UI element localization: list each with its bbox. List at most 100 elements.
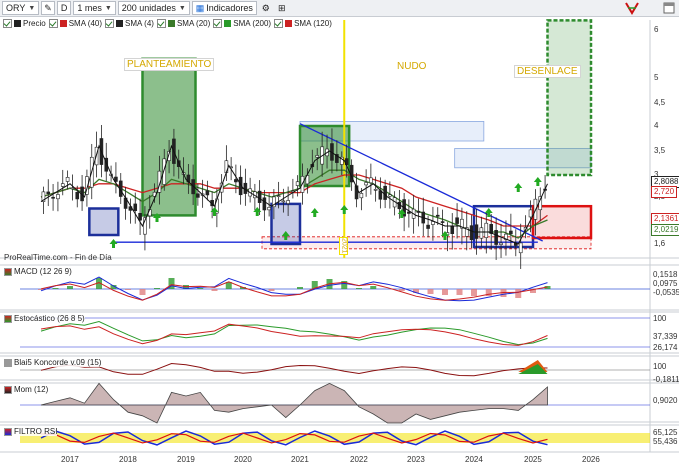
macd-histogram-bar xyxy=(297,287,303,289)
planteamiento-box xyxy=(141,57,197,217)
candle-body xyxy=(499,242,503,245)
mom-label: Mom (12) xyxy=(14,385,49,394)
price-tick-label: 5 xyxy=(654,73,659,82)
blai5-color-box xyxy=(4,358,12,367)
candle-body xyxy=(479,227,484,239)
candle-body xyxy=(286,200,290,204)
candle-body xyxy=(65,177,70,182)
macd-axis-tag: 0,0975 xyxy=(653,279,678,288)
candle-body xyxy=(75,191,80,200)
candle-body xyxy=(133,203,138,211)
data-source-label: ProRealTime.com - Fin de Día xyxy=(4,253,112,262)
rsi-panel-label: FILTRO RSI xyxy=(4,427,58,436)
macd-label: MACD (12 26 9) xyxy=(14,267,72,276)
macd-histogram-bar xyxy=(456,289,463,295)
macd-histogram-bar xyxy=(125,289,131,290)
candle-body xyxy=(440,221,445,223)
macd-axis-tag: 0,1518 xyxy=(653,270,678,279)
candle-body xyxy=(455,217,459,224)
candle-body xyxy=(276,195,281,197)
candle-body xyxy=(70,187,75,190)
stoch-k-line xyxy=(40,320,548,346)
candle-body xyxy=(518,242,523,254)
macd-histogram-bar xyxy=(268,289,275,291)
blai5-panel-label: Blai5 Koncorde v.09 (15) xyxy=(4,358,102,367)
x-tick-label: 2019 xyxy=(177,455,195,464)
stoch-label: Estocástico (26 8 5) xyxy=(14,314,85,323)
candle-body xyxy=(138,212,142,221)
candle-body xyxy=(359,193,364,199)
annotation-nudo: NUDO xyxy=(397,61,427,72)
price-tick-label: 3,5 xyxy=(654,146,666,155)
macd-histogram-bar xyxy=(67,286,73,289)
x-tick-label: 2023 xyxy=(407,455,425,464)
macd-panel-label: MACD (12 26 9) xyxy=(4,267,72,276)
stoch-color-box xyxy=(4,314,12,323)
macd-histogram-bar xyxy=(398,289,405,291)
x-tick-label: 2024 xyxy=(465,455,483,464)
macd-histogram-bar xyxy=(154,288,160,289)
rsi-label: FILTRO RSI xyxy=(14,427,58,436)
mom-panel-label: Mom (12) xyxy=(4,385,49,394)
candle-body xyxy=(364,182,368,186)
candle-body xyxy=(295,181,300,186)
buy-arrow-icon xyxy=(533,177,542,186)
candle-body xyxy=(383,185,387,200)
stoch-axis-tag: 100 xyxy=(653,314,667,323)
candle-body xyxy=(262,197,267,211)
buy-arrow-icon xyxy=(253,207,262,216)
price-tag: 2,0219 xyxy=(651,224,679,236)
buy-arrow-icon xyxy=(514,183,523,192)
candle-body xyxy=(51,196,55,199)
macd-histogram-bar xyxy=(356,288,362,289)
candle-body xyxy=(267,207,271,211)
candle-body xyxy=(435,214,440,217)
candle-body xyxy=(484,222,489,238)
buy-arrow-icon xyxy=(340,205,349,214)
macd-axis-tag: -0,0535 xyxy=(653,288,679,297)
blai5-axis-tag: -0,1811 xyxy=(653,375,679,384)
x-tick-label: 2025 xyxy=(524,455,542,464)
stoch-axis-tag: 26,174 xyxy=(653,343,678,352)
mom-area xyxy=(40,382,548,424)
macd-histogram-bar xyxy=(370,286,377,289)
candle-body xyxy=(60,183,65,187)
x-tick-label: 2017 xyxy=(61,455,79,464)
candle-body xyxy=(494,230,498,245)
annotation-desenlace: DESENLACE xyxy=(514,65,581,78)
x-tick-label: 2018 xyxy=(119,455,137,464)
macd-histogram-bar xyxy=(139,289,146,295)
candle-body xyxy=(369,177,373,184)
candle-body xyxy=(56,194,60,200)
blai5-label: Blai5 Koncorde v.09 (15) xyxy=(14,358,102,367)
candle-body xyxy=(205,190,210,196)
macd-color-box xyxy=(4,267,12,276)
price-tick-label: 1,6 xyxy=(654,239,666,248)
macd-histogram-bar xyxy=(211,289,218,291)
candle-body xyxy=(450,225,455,234)
candle-body xyxy=(469,225,474,241)
stoch-panel-label: Estocástico (26 8 5) xyxy=(4,314,85,323)
price-tick-label: 4,5 xyxy=(654,98,666,107)
blai5-line xyxy=(40,362,548,377)
candle-body xyxy=(528,209,533,218)
candle-body xyxy=(416,210,421,213)
candle-body xyxy=(407,211,411,214)
rsi-axis-tag: 65,125 xyxy=(653,428,678,437)
x-tick-label: 2022 xyxy=(350,455,368,464)
vertical-marker-label: 2021 xyxy=(339,237,349,255)
rsi-color-box xyxy=(4,427,12,436)
blue-box-2017 xyxy=(88,207,120,237)
buy-arrow-icon xyxy=(109,239,118,248)
candle-body xyxy=(281,200,286,203)
price-tag: 2,720 xyxy=(651,186,678,198)
macd-histogram-bar xyxy=(197,288,204,289)
price-tick-label: 6 xyxy=(654,25,659,34)
candle-body xyxy=(509,230,513,235)
candle-body xyxy=(315,155,320,158)
mom-axis-tag: 0,9020 xyxy=(653,396,678,405)
annotation-planteamiento: PLANTEAMIENTO xyxy=(124,58,215,71)
mom-color-box xyxy=(4,385,12,394)
candle-body xyxy=(243,182,248,194)
candle-body xyxy=(373,188,378,191)
